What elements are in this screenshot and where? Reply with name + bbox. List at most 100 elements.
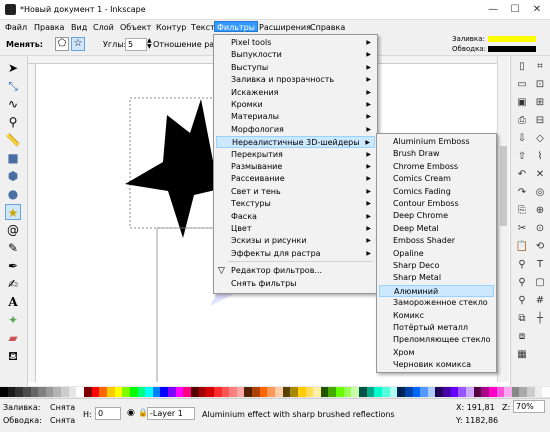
calligraphy-tool-icon[interactable]: ✍: [5, 276, 21, 292]
stroke-swatch[interactable]: [488, 46, 536, 52]
zoom-page-icon[interactable]: ⚲: [515, 294, 529, 308]
snap-rotation-icon[interactable]: ⟲: [533, 240, 547, 254]
menu-filters[interactable]: Фильтры: [214, 21, 258, 32]
shader-menu-item[interactable]: Opaline: [379, 248, 494, 260]
export-icon[interactable]: ⇧: [515, 150, 529, 164]
shader-menu-item[interactable]: Хром: [379, 347, 494, 359]
filters-menu-item[interactable]: Кромки ▶: [216, 99, 375, 111]
filter-editor-item[interactable]: ▽ Редактор фильтров...: [216, 265, 375, 277]
snap-intersections-icon[interactable]: ✕: [533, 168, 547, 182]
eye-icon[interactable]: ◉: [127, 408, 135, 418]
filters-menu-item[interactable]: Нереалистичные 3D-шейдеры ▶: [216, 136, 375, 149]
fill-swatch[interactable]: [488, 36, 536, 42]
filters-menu-item[interactable]: Морфология ▶: [216, 124, 375, 136]
shader-menu-item[interactable]: Deep Metal: [379, 223, 494, 235]
duplicate-icon[interactable]: ⧉: [515, 312, 529, 326]
filters-menu-item[interactable]: Свет и тень ▶: [216, 186, 375, 198]
maximize-button[interactable]: ☐: [508, 3, 522, 16]
menu-help[interactable]: Справка: [308, 22, 347, 33]
snap-edges-icon[interactable]: ⊞: [533, 96, 547, 110]
menu-file[interactable]: Файл: [3, 22, 29, 33]
filters-menu-item[interactable]: Эффекты для растра ▶: [216, 248, 375, 260]
shader-menu-item[interactable]: Sharp Deco: [379, 260, 494, 272]
corners-stepper[interactable]: ▲ ▼: [147, 38, 152, 50]
status-stroke-value[interactable]: Снята: [50, 416, 75, 425]
filters-menu-item[interactable]: Фаска ▶: [216, 211, 375, 223]
tweak-tool-icon[interactable]: ∿: [5, 96, 21, 112]
menu-edit[interactable]: Правка: [32, 22, 66, 33]
snap-guide-icon[interactable]: ┼: [533, 312, 547, 326]
snap-page-icon[interactable]: ▢: [533, 276, 547, 290]
status-fill-value[interactable]: Снята: [50, 403, 75, 412]
filters-menu-item[interactable]: Материалы ▶: [216, 111, 375, 123]
scroll-thumb[interactable]: [500, 146, 507, 226]
menu-extensions[interactable]: Расширения: [257, 22, 313, 33]
spray-tool-icon[interactable]: ✦: [5, 312, 21, 328]
node-tool-icon[interactable]: ⤡: [5, 78, 21, 94]
filters-menu-item[interactable]: Рассеивание ▶: [216, 173, 375, 185]
polygon-mode-button[interactable]: ⬠: [55, 37, 69, 51]
shader-menu-item[interactable]: Chrome Emboss: [379, 161, 494, 173]
zoom-tool-icon[interactable]: ⚲: [5, 114, 21, 130]
shader-menu-item[interactable]: Черновик комикса: [379, 359, 494, 371]
snap-bbox-icon[interactable]: ⊡: [533, 78, 547, 92]
shader-menu-item[interactable]: Комикс: [379, 310, 494, 322]
filters-menu-item[interactable]: Искажения ▶: [216, 87, 375, 99]
paste-icon[interactable]: 📋: [515, 240, 529, 254]
filters-menu-item[interactable]: Размывание ▶: [216, 161, 375, 173]
menu-text[interactable]: Текст: [189, 22, 217, 33]
cut-icon[interactable]: ✂: [515, 222, 529, 236]
snap-smooth-icon[interactable]: ◎: [533, 186, 547, 200]
menu-object[interactable]: Объект: [118, 22, 153, 33]
filters-menu-item[interactable]: Перекрытия ▶: [216, 149, 375, 161]
selector-tool-icon[interactable]: ➤: [5, 60, 21, 76]
shader-menu-item[interactable]: Преломляющее стекло: [379, 334, 494, 346]
shader-menu-item[interactable]: Алюминий: [379, 284, 494, 297]
layer-select[interactable]: -Layer 1: [147, 407, 195, 420]
pen-tool-icon[interactable]: ✒: [5, 258, 21, 274]
snap-text-icon[interactable]: T: [533, 258, 547, 272]
bucket-tool-icon[interactable]: ⛾: [5, 348, 21, 364]
filters-menu-item[interactable]: Pixel tools ▶: [216, 37, 375, 49]
snap-midpoints-icon[interactable]: ⊕: [533, 204, 547, 218]
zoom-input[interactable]: [513, 400, 545, 413]
copy-icon[interactable]: ⎘: [515, 204, 529, 218]
import-icon[interactable]: ⇩: [515, 132, 529, 146]
close-button[interactable]: ✕: [530, 3, 544, 16]
snap-nodes-icon[interactable]: ◇: [533, 132, 547, 146]
snap-toggle-icon[interactable]: ⌗: [533, 60, 547, 74]
save-icon[interactable]: ▣: [515, 96, 529, 110]
group-icon[interactable]: ▦: [515, 348, 529, 362]
pencil-tool-icon[interactable]: ✎: [5, 240, 21, 256]
ellipse-tool-icon[interactable]: ●: [5, 186, 21, 202]
remove-filters-item[interactable]: Снять фильтры: [216, 278, 375, 290]
filters-menu-item[interactable]: Цвет ▶: [216, 223, 375, 235]
filters-menu-item[interactable]: Заливка и прозрачность ▶: [216, 74, 375, 86]
measure-tool-icon[interactable]: 📏: [5, 132, 21, 148]
shader-menu-item[interactable]: Comics Cream: [379, 173, 494, 185]
opacity-input[interactable]: [95, 407, 121, 420]
menu-path[interactable]: Контур: [154, 22, 188, 33]
star-mode-button[interactable]: ☆: [71, 37, 85, 51]
shader-menu-item[interactable]: Contour Emboss: [379, 198, 494, 210]
snap-grid-icon[interactable]: #: [533, 294, 547, 308]
snap-paths-icon[interactable]: ⌇: [533, 150, 547, 164]
3dbox-tool-icon[interactable]: ⬢: [5, 168, 21, 184]
undo-icon[interactable]: ↶: [515, 168, 529, 182]
minimize-button[interactable]: —: [486, 3, 500, 16]
open-icon[interactable]: ▭: [515, 78, 529, 92]
star-tool-icon[interactable]: ★: [5, 204, 21, 220]
redo-icon[interactable]: ↷: [515, 186, 529, 200]
vertical-scrollbar[interactable]: [497, 56, 509, 382]
shader-menu-item[interactable]: Sharp Metal: [379, 272, 494, 284]
shader-menu-item[interactable]: Comics Fading: [379, 186, 494, 198]
snap-centers-icon[interactable]: ⊙: [533, 222, 547, 236]
shader-menu-item[interactable]: Emboss Shader: [379, 235, 494, 247]
menu-layer[interactable]: Слой: [91, 22, 116, 33]
shader-menu-item[interactable]: Потёртый металл: [379, 322, 494, 334]
filters-menu-item[interactable]: Эскизы и рисунки ▶: [216, 235, 375, 247]
clone-icon[interactable]: ⧈: [515, 330, 529, 344]
text-tool-icon[interactable]: A: [5, 294, 21, 310]
shader-menu-item[interactable]: Aluminium Emboss: [379, 136, 494, 148]
zoom-drawing-icon[interactable]: ⚲: [515, 276, 529, 290]
